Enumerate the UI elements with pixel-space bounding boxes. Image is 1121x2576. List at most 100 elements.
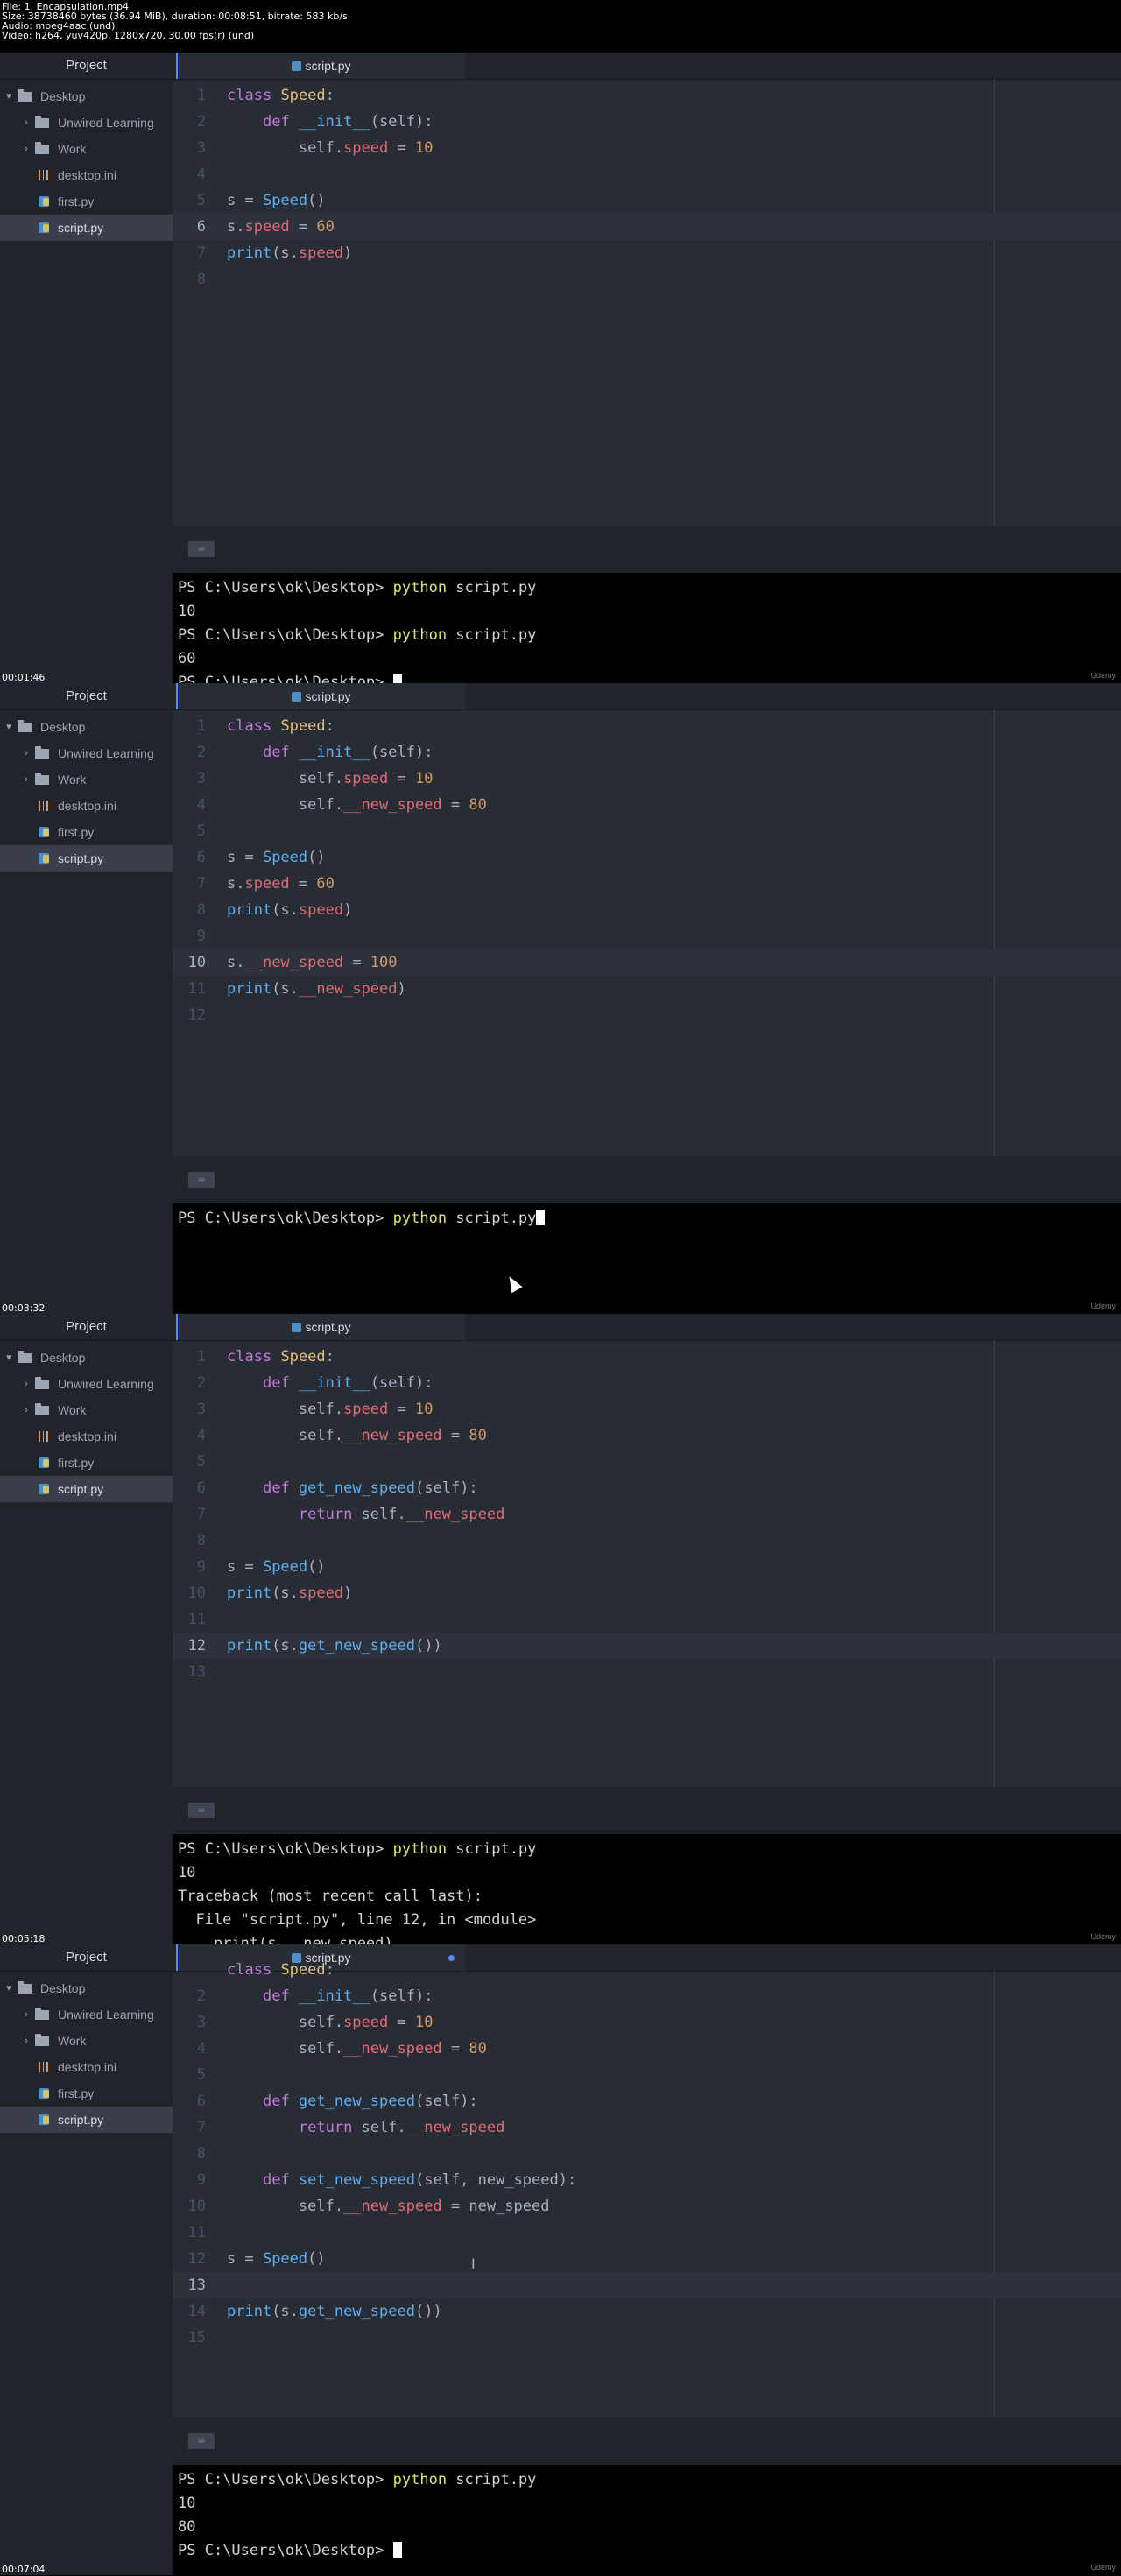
chevron-icon[interactable]: › <box>21 740 32 766</box>
chevron-icon[interactable]: › <box>21 1397 32 1423</box>
code-line[interactable]: 6 def get_new_speed(self): <box>173 1475 1121 1501</box>
terminal-panel[interactable]: PS C:\Users\ok\Desktop> python script.py… <box>173 573 1121 691</box>
tree-script-py[interactable]: script.py <box>0 1476 173 1502</box>
tree-first-py[interactable]: first.py <box>0 1450 173 1476</box>
code-line[interactable]: 4 <box>173 161 1121 187</box>
terminal-panel[interactable]: PS C:\Users\ok\Desktop> python script.py… <box>173 1834 1121 2000</box>
tree-work[interactable]: › Work <box>0 136 173 162</box>
tree-desktop[interactable]: ▾ Desktop <box>0 83 173 109</box>
tree-first-py[interactable]: first.py <box>0 2080 173 2107</box>
code-line[interactable]: 6 def get_new_speed(self): <box>173 2088 1121 2114</box>
code-line[interactable]: 1 class Speed: <box>173 1344 1121 1370</box>
code-line[interactable]: 8 <box>173 2141 1121 2167</box>
tree-unwired-learning[interactable]: › Unwired Learning <box>0 2001 173 2028</box>
tree-unwired-learning[interactable]: › Unwired Learning <box>0 109 173 136</box>
code-line[interactable]: 7 s.speed = 60 <box>173 871 1121 897</box>
keyboard-icon[interactable] <box>188 1803 215 1818</box>
keyboard-icon[interactable] <box>188 1172 215 1188</box>
code-line[interactable]: 9 s = Speed() <box>173 1554 1121 1580</box>
chevron-icon[interactable]: › <box>21 109 32 136</box>
code-line[interactable]: 5 s = Speed() <box>173 187 1121 214</box>
code-lines[interactable]: 1 class Speed: 2 def __init__(self): 3 self… <box>173 82 1121 293</box>
code-line[interactable]: 13 <box>173 2272 1121 2298</box>
code-line[interactable]: 10 print(s.speed) <box>173 1580 1121 1606</box>
chevron-icon[interactable]: ▾ <box>4 714 14 740</box>
chevron-icon[interactable]: › <box>21 766 32 793</box>
code-editor[interactable]: script.py 1 class Speed: 2 def __init__(sel… <box>173 53 1121 526</box>
code-lines[interactable]: class Speed: 2 def __init__(self): 3 self.… <box>173 1957 1121 2351</box>
code-line[interactable]: 7 print(s.speed) <box>173 240 1121 266</box>
code-line[interactable]: 2 def __init__(self): <box>173 109 1121 135</box>
tree-desktop[interactable]: ▾ Desktop <box>0 1975 173 2001</box>
tree-desktop-ini[interactable]: desktop.ini <box>0 793 173 819</box>
keyboard-icon[interactable] <box>188 2433 215 2449</box>
tab-script-py[interactable]: script.py <box>176 1314 465 1340</box>
code-line[interactable]: 12 <box>173 1002 1121 1028</box>
tree-work[interactable]: › Work <box>0 2028 173 2054</box>
code-line[interactable]: 9 <box>173 923 1121 949</box>
code-line[interactable]: 2 def __init__(self): <box>173 1983 1121 2009</box>
tree-desktop-ini[interactable]: desktop.ini <box>0 1423 173 1450</box>
code-line[interactable]: 11 <box>173 2220 1121 2246</box>
code-line[interactable]: 9 def set_new_speed(self, new_speed): <box>173 2167 1121 2193</box>
code-line[interactable]: 15 <box>173 2325 1121 2351</box>
tree-unwired-learning[interactable]: › Unwired Learning <box>0 1371 173 1397</box>
code-line[interactable]: 10 self.__new_speed = new_speed <box>173 2193 1121 2220</box>
code-editor[interactable]: script.py 1 class Speed: 2 def __init__(sel… <box>173 1314 1121 1787</box>
code-line[interactable]: 3 self.speed = 10 <box>173 2009 1121 2036</box>
tree-unwired-learning[interactable]: › Unwired Learning <box>0 740 173 766</box>
tree-script-py[interactable]: script.py <box>0 2107 173 2133</box>
keyboard-icon[interactable] <box>188 541 215 557</box>
tree-work[interactable]: › Work <box>0 766 173 793</box>
code-line[interactable]: 1 class Speed: <box>173 82 1121 109</box>
code-line[interactable]: 11 print(s.__new_speed) <box>173 976 1121 1002</box>
code-line[interactable]: 1 class Speed: <box>173 713 1121 739</box>
code-line[interactable]: 11 <box>173 1606 1121 1633</box>
code-line[interactable]: class Speed: <box>173 1957 1121 1983</box>
chevron-icon[interactable]: › <box>21 2001 32 2028</box>
code-line[interactable]: 7 return self.__new_speed <box>173 1501 1121 1528</box>
terminal-panel[interactable]: PS C:\Users\ok\Desktop> python script.py… <box>173 2465 1121 2575</box>
code-line[interactable]: 5 <box>173 818 1121 844</box>
code-line[interactable]: 6 s = Speed() <box>173 844 1121 871</box>
code-lines[interactable]: 1 class Speed: 2 def __init__(self): 3 self… <box>173 1344 1121 1685</box>
tree-desktop-ini[interactable]: desktop.ini <box>0 162 173 188</box>
code-line[interactable]: 4 self.__new_speed = 80 <box>173 1422 1121 1449</box>
code-lines[interactable]: 1 class Speed: 2 def __init__(self): 3 self… <box>173 713 1121 1028</box>
tree-script-py[interactable]: script.py <box>0 845 173 872</box>
code-line[interactable]: 2 def __init__(self): <box>173 739 1121 766</box>
code-line[interactable]: 14 print(s.get_new_speed()) <box>173 2298 1121 2325</box>
code-line[interactable]: 3 self.speed = 10 <box>173 766 1121 792</box>
code-line[interactable]: 10 s.__new_speed = 100 <box>173 949 1121 976</box>
tree-desktop[interactable]: ▾ Desktop <box>0 714 173 740</box>
tree-desktop[interactable]: ▾ Desktop <box>0 1344 173 1371</box>
code-line[interactable]: 8 <box>173 266 1121 293</box>
tree-first-py[interactable]: first.py <box>0 819 173 845</box>
chevron-icon[interactable]: ▾ <box>4 1344 14 1371</box>
code-editor[interactable]: script.py class Speed: 2 def __init__(self… <box>173 1944 1121 2417</box>
tab-script-py[interactable]: script.py <box>176 53 465 79</box>
code-line[interactable]: 12 print(s.get_new_speed()) <box>173 1633 1121 1659</box>
code-line[interactable]: 4 self.__new_speed = 80 <box>173 2036 1121 2062</box>
tree-script-py[interactable]: script.py <box>0 215 173 241</box>
code-line[interactable]: 5 <box>173 1449 1121 1475</box>
tree-first-py[interactable]: first.py <box>0 188 173 215</box>
tab-script-py[interactable]: script.py <box>176 683 465 709</box>
chevron-icon[interactable]: ▾ <box>4 1975 14 2001</box>
code-line[interactable]: 4 self.__new_speed = 80 <box>173 792 1121 818</box>
code-line[interactable]: 13 <box>173 1659 1121 1685</box>
code-line[interactable]: 2 def __init__(self): <box>173 1370 1121 1396</box>
code-line[interactable]: 3 self.speed = 10 <box>173 1396 1121 1422</box>
terminal-panel[interactable]: PS C:\Users\ok\Desktop> python script.py… <box>173 1203 1121 1314</box>
chevron-icon[interactable]: › <box>21 1371 32 1397</box>
code-editor[interactable]: script.py 1 class Speed: 2 def __init__(sel… <box>173 683 1121 1156</box>
code-line[interactable]: 6 s.speed = 60 <box>173 214 1121 240</box>
chevron-icon[interactable]: ▾ <box>4 83 14 109</box>
code-line[interactable]: 5 <box>173 2062 1121 2088</box>
chevron-icon[interactable]: › <box>21 136 32 162</box>
tree-work[interactable]: › Work <box>0 1397 173 1423</box>
tree-desktop-ini[interactable]: desktop.ini <box>0 2054 173 2080</box>
chevron-icon[interactable]: › <box>21 2028 32 2054</box>
code-line[interactable]: 8 <box>173 1528 1121 1554</box>
code-line[interactable]: 12 s = Speed() <box>173 2246 1121 2272</box>
